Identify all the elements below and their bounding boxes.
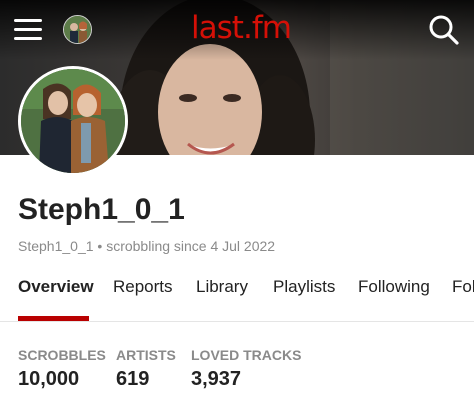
hamburger-menu-icon[interactable] [14,17,44,43]
tab-library[interactable]: Library [196,277,248,297]
profile-avatar[interactable] [18,66,128,176]
loved-tracks-count[interactable]: 3,937 [191,368,241,391]
loved-tracks-label: LOVED TRACKS [191,347,302,363]
tab-followers[interactable]: Fol [452,277,474,297]
tab-overview[interactable]: Overview [18,277,94,297]
tab-following[interactable]: Following [358,277,430,297]
artists-count[interactable]: 619 [116,368,149,391]
profile-subtitle: Steph1_0_1 • scrobbling since 4 Jul 2022 [18,238,276,254]
profile-username: Steph1_0_1 [18,193,185,226]
scrobbles-count[interactable]: 10,000 [18,368,79,391]
profile-tabs: Overview Reports Library Playlists Follo… [0,270,474,322]
menu-bar [14,37,42,40]
user-avatar-small[interactable] [63,15,92,44]
menu-bar [14,28,42,31]
search-icon[interactable] [428,14,460,46]
search-icon-glyph [429,15,459,45]
tab-reports[interactable]: Reports [113,277,173,297]
lastfm-logo[interactable]: last.fm [176,8,306,48]
active-tab-underline [18,316,89,321]
menu-bar [14,19,42,22]
profile-avatar-photo [21,69,125,173]
scrobbles-label: SCROBBLES [18,347,106,363]
artists-label: ARTISTS [116,347,176,363]
tab-playlists[interactable]: Playlists [273,277,335,297]
